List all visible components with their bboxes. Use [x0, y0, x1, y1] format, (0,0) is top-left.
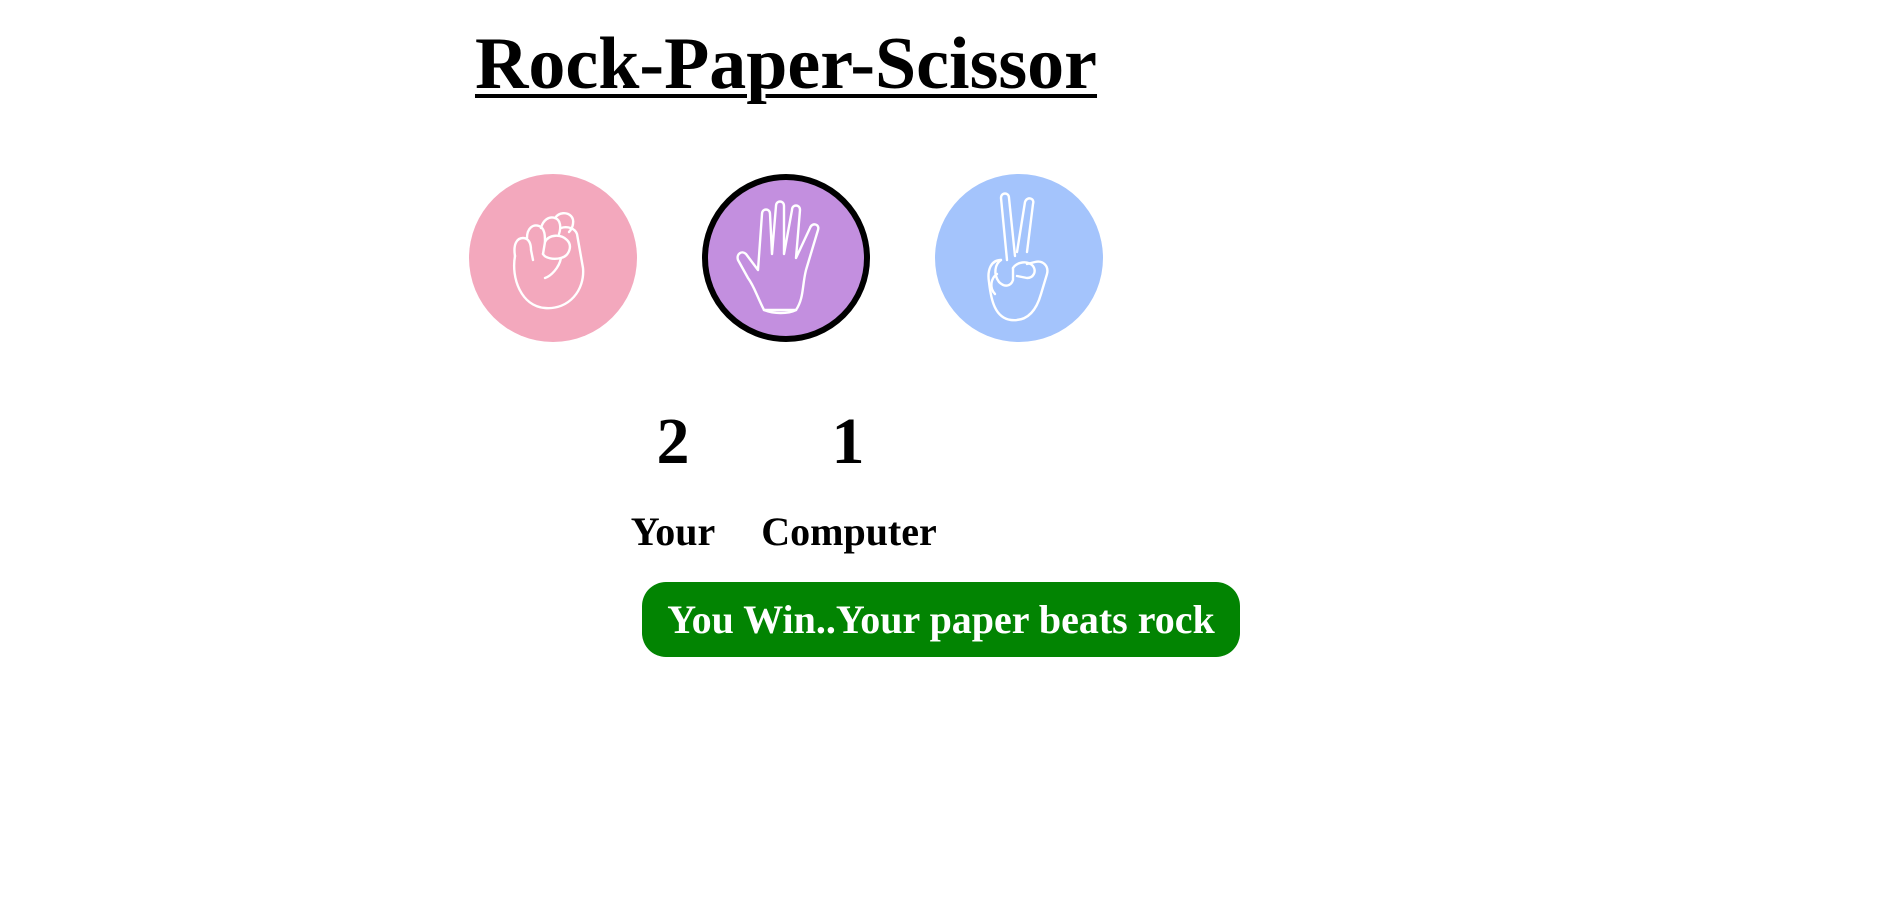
game-page: Rock-Paper-Scissor 2 1 Your Computer You…: [0, 0, 1882, 909]
paper-hand-icon: [736, 200, 820, 315]
scissor-hand-icon: [987, 192, 1049, 322]
user-score-label: Your: [630, 509, 716, 554]
paper-choice-button[interactable]: [702, 174, 870, 342]
computer-score: 1: [831, 405, 865, 478]
computer-score-label: Computer: [761, 509, 937, 554]
page-title: Rock-Paper-Scissor: [474, 23, 1098, 105]
rock-choice-button[interactable]: [469, 174, 637, 342]
rock-fist-icon: [512, 212, 585, 310]
result-message: You Win..Your paper beats rock: [642, 582, 1240, 657]
scissor-choice-button[interactable]: [935, 174, 1103, 342]
user-score: 2: [656, 405, 690, 478]
